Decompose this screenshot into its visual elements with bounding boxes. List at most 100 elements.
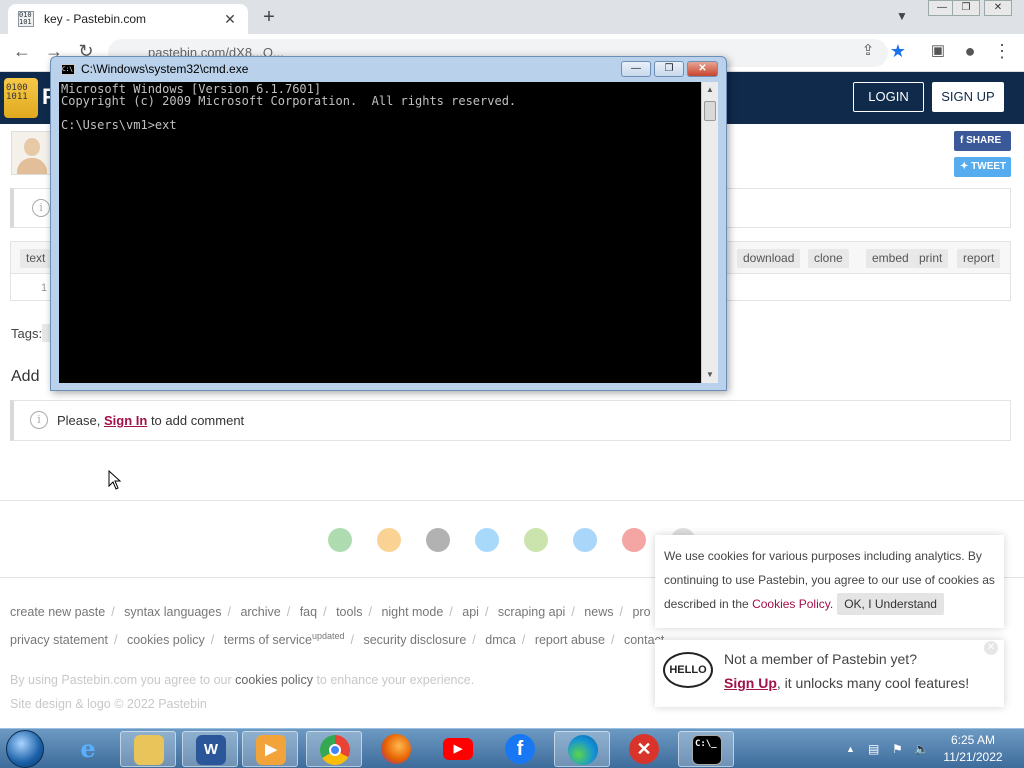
member-promo-title: Not a member of Pastebin yet? — [724, 651, 917, 667]
pastebin-logo-icon[interactable]: 0100 1011 — [4, 78, 38, 118]
report-button[interactable]: report — [957, 249, 1001, 268]
taskbar-edge[interactable] — [554, 731, 610, 767]
footer-link[interactable]: pro — [632, 605, 650, 619]
content-divider — [0, 500, 1024, 501]
accept-cookies-button[interactable]: OK, I Understand — [837, 593, 944, 615]
cmd-close-button[interactable]: ✕ — [687, 61, 718, 77]
footer-link[interactable]: tools — [336, 605, 362, 619]
start-button[interactable] — [6, 730, 44, 768]
footer-links-row2: privacy statement / cookies policy / terms… — [10, 631, 665, 648]
download-button[interactable]: download — [737, 249, 801, 268]
cmd-minimize-button[interactable]: — — [621, 61, 651, 77]
taskbar-file-explorer[interactable] — [120, 731, 176, 767]
mouse-cursor-icon — [108, 470, 122, 490]
back-arrow-icon[interactable]: ← — [10, 41, 34, 62]
tweet-label: TWEET — [971, 161, 1007, 172]
share-page-icon[interactable]: ⇪ — [856, 41, 880, 59]
taskbar-youtube[interactable]: ▶ — [430, 731, 486, 767]
error-x-icon: ✕ — [629, 734, 659, 764]
cmd-window[interactable]: C:\ C:\Windows\system32\cmd.exe — ❐ ✕ Mi… — [50, 56, 727, 391]
twitter-tweet-button[interactable]: ✦ TWEET — [954, 157, 1011, 177]
taskbar-firefox[interactable] — [368, 731, 424, 767]
updated-badge: updated — [311, 631, 345, 641]
clock-time[interactable]: 6:25 AM — [940, 733, 1006, 747]
facebook-share-button[interactable]: f SHARE — [954, 131, 1011, 151]
footer-link[interactable]: terms of service — [224, 633, 312, 647]
clone-button[interactable]: clone — [808, 249, 849, 268]
cmd-console-output[interactable]: Microsoft Windows [Version 6.1.7601] Cop… — [59, 82, 701, 383]
embed-button[interactable]: embed — [866, 249, 915, 268]
cmd-titlebar[interactable]: C:\ C:\Windows\system32\cmd.exe — ❐ ✕ — [51, 57, 726, 81]
cookies-policy-link[interactable]: Cookies Policy — [752, 597, 830, 611]
footer-link[interactable]: privacy statement — [10, 633, 108, 647]
footer-link[interactable]: faq — [300, 605, 317, 619]
footer-link[interactable]: archive — [240, 605, 280, 619]
cmd-icon: C:\_ — [692, 735, 722, 765]
ios-app-icon[interactable] — [426, 528, 450, 552]
cookies-policy-link[interactable]: cookies policy — [235, 673, 313, 687]
browser-menu-icon[interactable]: ⋮ — [990, 41, 1014, 62]
scroll-down-arrow-icon[interactable]: ▼ — [702, 367, 718, 383]
footer-link[interactable]: create new paste — [10, 605, 105, 619]
firefox-icon — [381, 734, 411, 764]
new-tab-button[interactable]: + — [258, 6, 280, 29]
side-panel-icon[interactable]: ▣ — [926, 41, 950, 59]
cmd-title: C:\Windows\system32\cmd.exe — [81, 62, 249, 76]
footer-link[interactable]: scraping api — [498, 605, 565, 619]
login-button[interactable]: LOGIN — [853, 82, 924, 112]
comment-notice-text: Please, Sign In to add comment — [57, 413, 245, 428]
network-icon[interactable]: ▤ — [868, 742, 879, 756]
taskbar-chrome[interactable] — [306, 731, 362, 767]
footer-link[interactable]: api — [462, 605, 479, 619]
restore-button[interactable]: ❐ — [952, 0, 980, 16]
print-button[interactable]: print — [913, 249, 949, 268]
scroll-thumb[interactable] — [704, 101, 716, 121]
taskbar-internet-explorer[interactable]: e — [60, 731, 116, 767]
chrome-extension-icon[interactable] — [328, 528, 352, 552]
taskbar-media-player[interactable]: ▶ — [242, 731, 298, 767]
taskbar-error-app[interactable]: ✕ — [616, 731, 672, 767]
format-label[interactable]: text — [20, 249, 52, 268]
footer-link[interactable]: night mode — [381, 605, 443, 619]
cmd-maximize-button[interactable]: ❐ — [654, 61, 684, 77]
close-window-button[interactable]: ✕ — [984, 0, 1012, 16]
cmd-app-icon: C:\ — [61, 64, 75, 75]
chrome-icon — [320, 735, 350, 765]
browser-tab-bar: 010 101 key - Pastebin.com ✕ + ▼ — ❐ ✕ — [0, 0, 1024, 34]
bookmark-star-icon[interactable]: ★ — [886, 41, 910, 62]
author-avatar[interactable] — [11, 131, 51, 175]
footer-link[interactable]: report abuse — [535, 633, 605, 647]
taskbar-facebook[interactable]: f — [492, 731, 548, 767]
taskbar-cmd[interactable]: C:\_ — [678, 731, 734, 767]
footer-link[interactable]: security disclosure — [363, 633, 466, 647]
footer-link[interactable]: cookies policy — [127, 633, 205, 647]
footer-link[interactable]: dmca — [485, 633, 516, 647]
macos-app-icon[interactable] — [573, 528, 597, 552]
tab-close-icon[interactable]: ✕ — [222, 11, 238, 28]
android-app-icon[interactable] — [524, 528, 548, 552]
close-popup-icon[interactable]: ✕ — [984, 641, 998, 655]
action-center-flag-icon[interactable]: ⚑ — [892, 742, 903, 756]
browser-tab[interactable]: 010 101 key - Pastebin.com ✕ — [8, 4, 248, 34]
member-promo-text: Sign Up, it unlocks many cool features! — [724, 675, 970, 691]
footer-link[interactable]: syntax languages — [124, 605, 221, 619]
signup-button[interactable]: SIGN UP — [932, 82, 1004, 112]
sign-in-link[interactable]: Sign In — [104, 413, 147, 428]
profile-avatar-icon[interactable]: ● — [958, 41, 982, 62]
pastebin-favicon-icon: 010 101 — [18, 11, 34, 27]
firefox-extension-icon[interactable] — [377, 528, 401, 552]
taskbar-word[interactable]: W — [182, 731, 238, 767]
clock-date[interactable]: 11/21/2022 — [940, 750, 1006, 764]
footer-link[interactable]: news — [584, 605, 613, 619]
signup-link[interactable]: Sign Up — [724, 675, 777, 691]
scroll-up-arrow-icon[interactable]: ▲ — [702, 82, 718, 98]
volume-icon[interactable]: 🔈 — [914, 742, 929, 756]
opera-extension-icon[interactable] — [622, 528, 646, 552]
tray-expand-icon[interactable]: ▲ — [846, 744, 855, 754]
chevron-down-icon[interactable]: ▼ — [896, 9, 908, 23]
windows-taskbar: e W ▶ ▶ f ✕ C:\_ ▲ ▤ ⚑ 🔈 6:25 AM 11/21/2… — [0, 728, 1024, 768]
folder-icon — [134, 735, 164, 765]
cmd-scrollbar[interactable]: ▲ ▼ — [701, 82, 718, 383]
windows-app-icon[interactable] — [475, 528, 499, 552]
internet-explorer-icon: e — [80, 734, 96, 763]
